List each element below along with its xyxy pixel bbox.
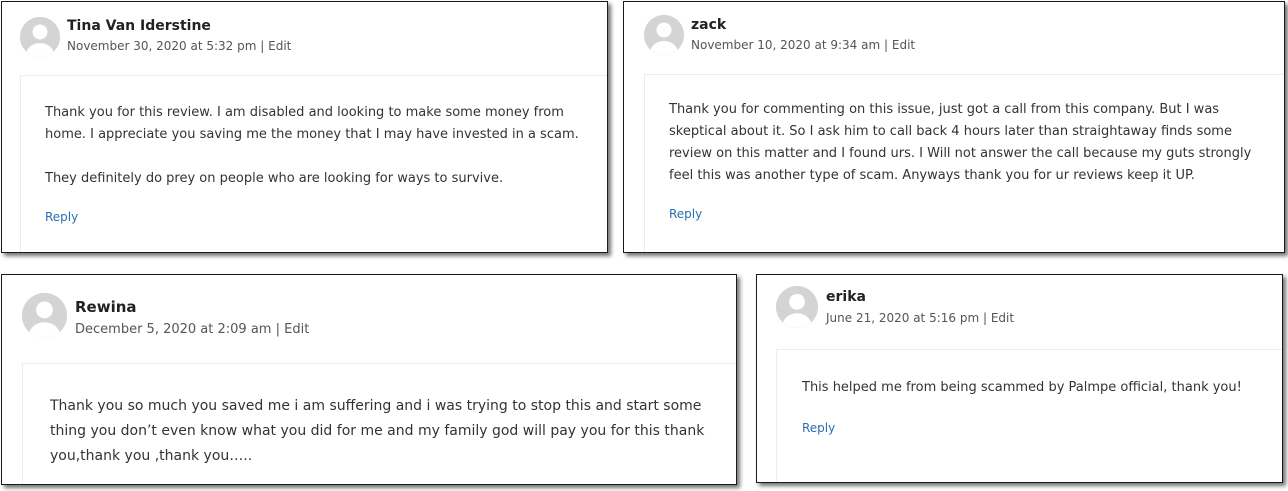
comment-card: Tina Van Iderstine November 30, 2020 at … (1, 1, 608, 253)
comment-card: zack November 10, 2020 at 9:34 am | Edit… (623, 1, 1285, 253)
comment-paragraph: Thank you so much you saved me i am suff… (50, 398, 705, 464)
comment-paragraph: This helped me from being scammed by Pal… (802, 380, 1242, 395)
edit-link[interactable]: Edit (268, 39, 291, 53)
comment-body: Thank you for this review. I am disabled… (20, 75, 607, 252)
comment-author: Tina Van Iderstine (67, 18, 211, 34)
comment-paragraph: Thank you for this review. I am disabled… (45, 105, 579, 142)
comment-body: Thank you so much you saved me i am suff… (22, 363, 736, 484)
comment-meta: November 10, 2020 at 9:34 am | Edit (691, 38, 915, 52)
comment-meta: June 21, 2020 at 5:16 pm | Edit (826, 311, 1014, 325)
meta-separator: | (260, 39, 265, 53)
comment-card: erika June 21, 2020 at 5:16 pm | Edit Th… (756, 274, 1283, 483)
meta-separator: | (982, 311, 988, 325)
user-avatar-icon (776, 286, 818, 328)
reply-link[interactable]: Reply (802, 421, 835, 435)
user-avatar-icon (644, 15, 684, 55)
comment-paragraph: Thank you for commenting on this issue, … (669, 102, 1252, 183)
user-avatar-icon (22, 293, 67, 338)
edit-link[interactable]: Edit (284, 322, 309, 337)
comment-meta: November 30, 2020 at 5:32 pm | Edit (67, 39, 291, 53)
reply-link[interactable]: Reply (45, 210, 78, 224)
comment-date-link[interactable]: December 5, 2020 at 2:09 am (75, 322, 271, 337)
meta-separator: | (884, 38, 889, 52)
comment-body: Thank you for commenting on this issue, … (644, 74, 1284, 252)
comment-author: zack (691, 17, 727, 33)
comment-card: Rewina December 5, 2020 at 2:09 am | Edi… (1, 274, 737, 485)
edit-link[interactable]: Edit (991, 311, 1014, 325)
edit-link[interactable]: Edit (892, 38, 915, 52)
meta-separator: | (275, 322, 280, 337)
comment-author: erika (826, 289, 866, 305)
comment-date-link[interactable]: June 21, 2020 at 5:16 pm (826, 311, 979, 325)
comment-author: Rewina (75, 298, 137, 316)
reply-link[interactable]: Reply (669, 207, 702, 221)
user-avatar-icon (20, 17, 60, 57)
comment-date-link[interactable]: November 30, 2020 at 5:32 pm (67, 39, 256, 53)
comment-meta: December 5, 2020 at 2:09 am | Edit (75, 322, 309, 337)
comment-date-link[interactable]: November 10, 2020 at 9:34 am (691, 38, 880, 52)
comment-paragraph: They definitely do prey on people who ar… (45, 171, 504, 186)
comment-body: This helped me from being scammed by Pal… (776, 349, 1282, 482)
